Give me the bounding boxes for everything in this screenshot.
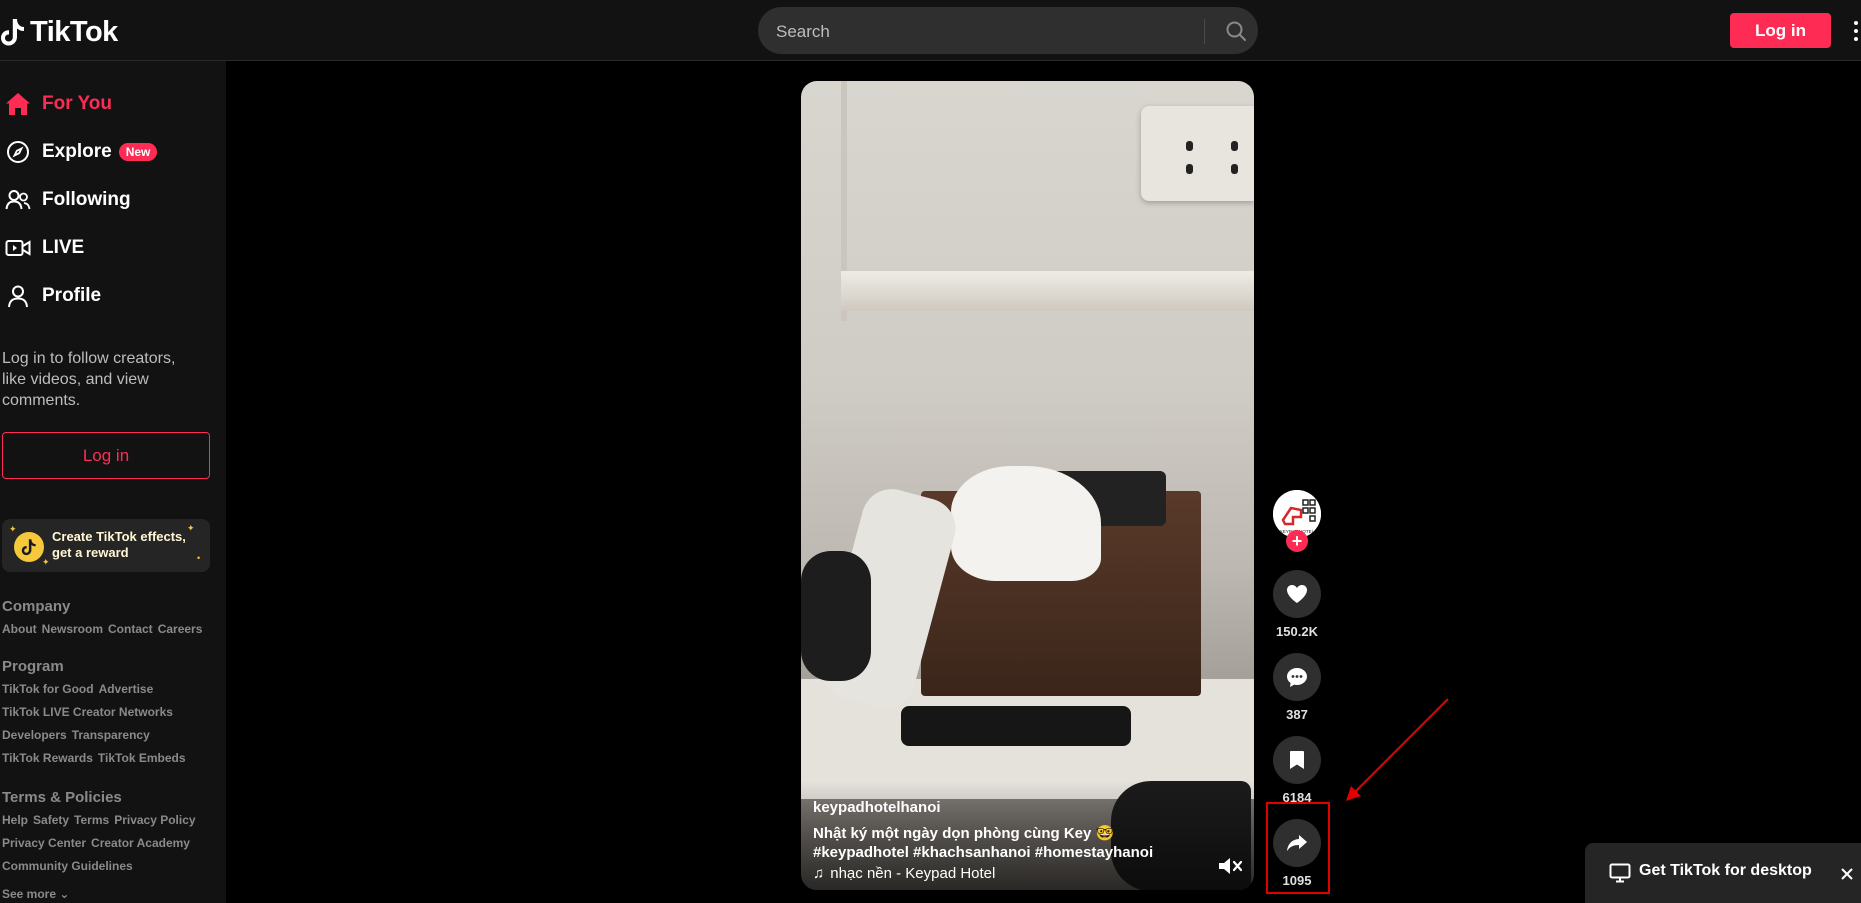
footer-link[interactable]: Advertise — [99, 682, 154, 696]
footer-link[interactable]: TikTok Embeds — [98, 751, 186, 765]
footer-heading-company[interactable]: Company — [2, 598, 70, 615]
nav-following[interactable]: Following — [0, 180, 226, 220]
like-count: 150.2K — [1276, 624, 1318, 639]
footer-link[interactable]: About — [2, 622, 37, 636]
nav-label: Explore — [42, 141, 112, 162]
compass-icon — [5, 139, 31, 165]
users-icon — [5, 187, 31, 213]
login-prompt-text: Log in to follow creators, like videos, … — [2, 350, 176, 409]
mute-icon[interactable] — [1217, 855, 1243, 877]
wall-molding-decoration — [841, 271, 1254, 311]
heart-icon — [1287, 585, 1307, 603]
nav-label: Following — [42, 189, 131, 210]
desktop-banner-label: Get TikTok for desktop — [1639, 862, 1812, 879]
footer-links-company: About Newsroom Contact Careers — [2, 622, 207, 636]
plus-icon: + — [1291, 531, 1303, 551]
footer-link[interactable]: TikTok Rewards — [2, 751, 93, 765]
footer-links-program: TikTok for Good Advertise — [2, 682, 158, 696]
footer-links-program: TikTok LIVE Creator Networks — [2, 705, 178, 719]
music-title: nhạc nền - Keypad Hotel — [830, 865, 996, 882]
annotation-arrow-icon — [1346, 698, 1449, 801]
tissue-decoration — [951, 466, 1101, 581]
footer-links-terms: Community Guidelines — [2, 859, 138, 873]
sidebar-login-button[interactable]: Log in — [2, 432, 210, 479]
glove-decoration — [801, 551, 871, 681]
tiktok-effects-icon — [14, 532, 44, 562]
footer-link[interactable]: Developers — [2, 728, 67, 742]
socket-hole — [1231, 164, 1238, 174]
get-desktop-banner[interactable]: Get TikTok for desktop — [1585, 843, 1861, 903]
effects-promo-text: Create TikTok effects, get a reward — [52, 529, 186, 560]
comment-button[interactable] — [1273, 653, 1321, 701]
footer-link[interactable]: TikTok for Good — [2, 682, 94, 696]
like-button[interactable] — [1273, 570, 1321, 618]
music-note-icon: ♫ — [813, 865, 825, 882]
footer-links-terms: Help Safety Terms Privacy Policy — [2, 813, 201, 827]
search-input[interactable] — [774, 7, 1198, 56]
nav-explore[interactable]: Explore New — [0, 132, 226, 172]
socket-hole — [1186, 164, 1193, 174]
video-player[interactable]: keypadhotelhanoi Nhật ký một ngày dọn ph… — [801, 81, 1254, 890]
save-button[interactable] — [1273, 736, 1321, 784]
footer-link[interactable]: Terms — [74, 813, 109, 827]
footer-links-program: TikTok Rewards TikTok Embeds — [2, 751, 191, 765]
footer-link[interactable]: Privacy Center — [2, 836, 86, 850]
footer-link[interactable]: Safety — [33, 813, 69, 827]
follow-button[interactable]: + — [1286, 530, 1308, 552]
video-username[interactable]: keypadhotelhanoi — [813, 799, 941, 816]
chevron-down-icon: ⌄ — [59, 887, 70, 901]
close-icon[interactable] — [1840, 867, 1854, 881]
person-icon — [5, 283, 31, 309]
footer-link[interactable]: Creator Academy — [91, 836, 190, 850]
annotation-highlight-box — [1266, 802, 1330, 894]
socket-hole — [1231, 141, 1238, 151]
video-music[interactable]: ♫ nhạc nền - Keypad Hotel — [813, 865, 995, 882]
nav-live[interactable]: LIVE — [0, 228, 226, 268]
footer-link[interactable]: Help — [2, 813, 28, 827]
more-options-icon[interactable] — [1851, 20, 1861, 42]
comment-count: 387 — [1286, 707, 1308, 722]
footer-link[interactable]: Community Guidelines — [2, 859, 133, 873]
nav-profile[interactable]: Profile — [0, 276, 226, 316]
search-button[interactable] — [1213, 7, 1258, 54]
monitor-icon — [1609, 863, 1631, 883]
nav-for-you[interactable]: For You — [0, 84, 226, 124]
footer-heading-program[interactable]: Program — [2, 658, 64, 675]
video-description: Nhật ký một ngày dọn phòng cùng Key 🤓#ke… — [813, 825, 1154, 861]
nav-label: Profile — [42, 285, 102, 306]
comment-icon — [1287, 667, 1307, 687]
top-bar: TikTok Log in — [0, 0, 1861, 61]
footer-link[interactable]: Transparency — [72, 728, 150, 742]
search-divider — [1204, 19, 1205, 44]
nav-label: For You — [42, 93, 113, 114]
search-bar — [758, 7, 1258, 56]
wall-socket-decoration — [1141, 106, 1254, 201]
footer-link[interactable]: Newsroom — [42, 622, 103, 636]
sidebar: For You Explore New Following LIVE Profi… — [0, 61, 226, 903]
socket-hole — [1186, 141, 1193, 151]
logo-text: TikTok — [30, 15, 118, 48]
see-more-link[interactable]: See more ⌄ — [2, 887, 69, 901]
footer-link[interactable]: Privacy Policy — [114, 813, 195, 827]
footer-link[interactable]: Careers — [158, 622, 203, 636]
new-badge: New — [118, 143, 158, 161]
footer-heading-terms[interactable]: Terms & Policies — [2, 789, 122, 806]
footer-links-terms: Privacy Center Creator Academy — [2, 836, 195, 850]
live-camera-icon — [5, 235, 31, 261]
footer-link[interactable]: Contact — [108, 622, 153, 636]
see-more-label: See more — [2, 887, 57, 901]
nav-label: LIVE — [42, 237, 85, 258]
footer-links-program: Developers Transparency — [2, 728, 155, 742]
sparkle-icon: ✦ — [9, 524, 17, 534]
bookmark-icon — [1290, 751, 1304, 769]
create-effects-promo[interactable]: ✦ ✦ • ✦ Create TikTok effects, get a rew… — [2, 519, 210, 572]
footer-link[interactable]: TikTok LIVE Creator Networks — [2, 705, 173, 719]
tiktok-note-icon — [1, 19, 24, 46]
tiktok-logo[interactable]: TikTok — [0, 14, 118, 50]
home-icon — [5, 91, 31, 117]
tv-remote-decoration — [901, 706, 1131, 746]
sparkle-icon: ✦ — [42, 557, 50, 567]
header-login-button[interactable]: Log in — [1730, 13, 1831, 48]
search-icon — [1226, 21, 1246, 41]
